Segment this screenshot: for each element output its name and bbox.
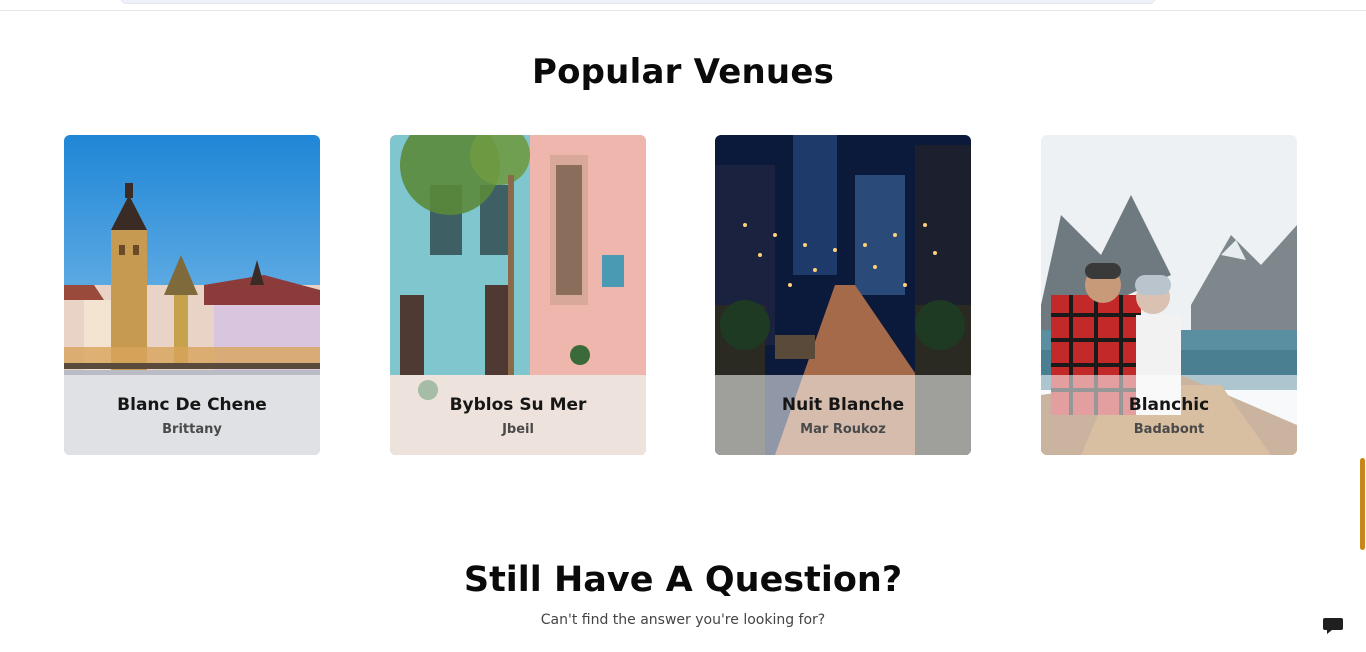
venue-name: Blanchic xyxy=(1128,395,1210,415)
venue-caption: Blanc De Chene Brittany xyxy=(64,375,320,455)
venue-card-byblos-su-mer[interactable]: Byblos Su Mer Jbeil xyxy=(390,135,646,455)
venue-location: Badabont xyxy=(1133,422,1205,437)
popular-venues-title: Popular Venues xyxy=(531,52,835,92)
venue-card-blanchic[interactable]: Blanchic Badabont xyxy=(1041,135,1297,455)
faq-subtitle: Can't find the answer you're looking for… xyxy=(540,612,826,628)
venue-caption: Blanchic Badabont xyxy=(1041,375,1297,455)
venue-name: Blanc De Chene xyxy=(117,395,267,415)
scrollbar-thumb[interactable] xyxy=(1360,458,1365,550)
venue-location: Brittany xyxy=(162,422,222,437)
venue-caption: Nuit Blanche Mar Roukoz xyxy=(715,375,971,455)
chat-bubble-icon xyxy=(1323,618,1343,634)
header-search-bar-edge xyxy=(0,0,1366,11)
venue-card-nuit-blanche[interactable]: Nuit Blanche Mar Roukoz xyxy=(715,135,971,455)
venue-card-blanc-de-chene[interactable]: Blanc De Chene Brittany xyxy=(64,135,320,455)
venue-name: Byblos Su Mer xyxy=(449,395,587,415)
faq-title: Still Have A Question? xyxy=(463,560,903,600)
venue-name: Nuit Blanche xyxy=(781,395,905,415)
chat-button[interactable] xyxy=(1320,612,1346,638)
search-bar[interactable] xyxy=(120,0,1156,4)
scrollbar[interactable] xyxy=(1358,0,1366,652)
venue-caption: Byblos Su Mer Jbeil xyxy=(390,375,646,455)
venue-location: Mar Roukoz xyxy=(800,422,886,437)
venue-location: Jbeil xyxy=(502,422,534,437)
